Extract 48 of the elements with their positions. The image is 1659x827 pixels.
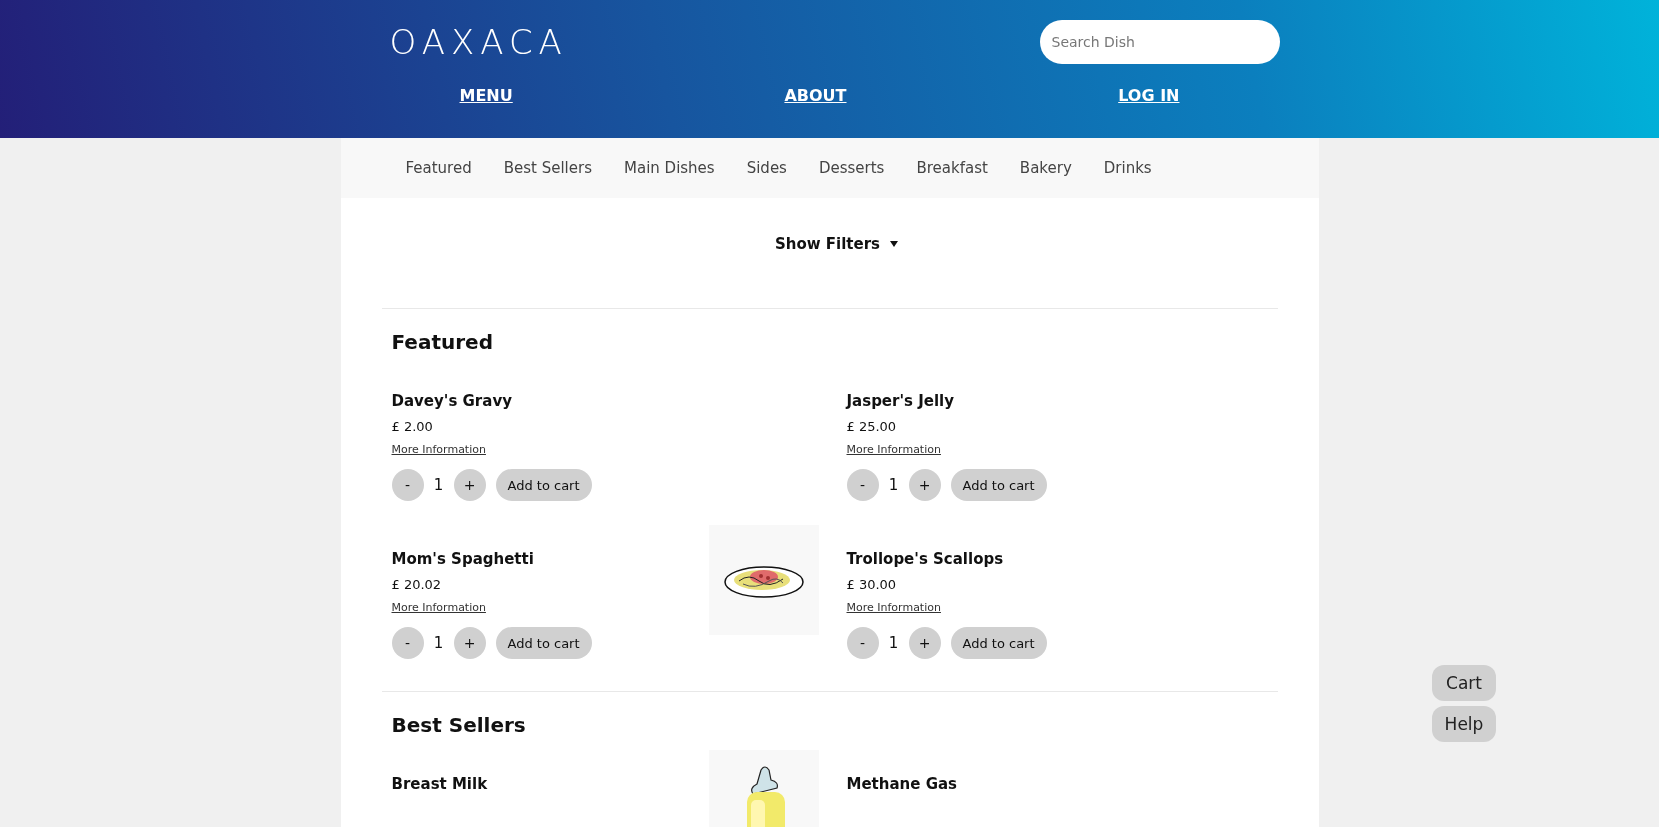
add-to-cart-button[interactable]: Add to cart [950,469,1047,501]
increase-button[interactable]: + [453,469,486,501]
dish-name: Davey's Gravy [391,391,513,412]
add-to-cart-button[interactable]: Add to cart [495,469,592,501]
nav-link[interactable]: LOG IN [1118,86,1180,105]
decrease-button[interactable]: - [391,469,424,501]
dish-name: Trollope's Scallops [846,549,1005,570]
quantity-value: 1 [887,476,900,494]
cart-button[interactable]: Cart [1432,665,1496,701]
site-logo[interactable]: OAXACA [389,22,568,62]
dish-price: £ 25.00 [846,418,898,436]
search-field[interactable]: Search Dish [1039,20,1280,64]
dish-price: £ 2.00 [391,418,434,436]
dish-name: Breast Milk [391,774,488,795]
more-information-link[interactable]: More Information [391,599,486,617]
dish-name: Jasper's Jelly [846,391,955,412]
category-tab[interactable]: Main Dishes [624,159,715,177]
decrease-button[interactable]: - [846,627,879,659]
category-tab[interactable]: Featured [405,159,472,177]
quantity-value: 1 [432,634,445,652]
decrease-button[interactable]: - [846,469,879,501]
decrease-button[interactable]: - [391,627,424,659]
quantity-value: 1 [887,634,900,652]
quantity-value: 1 [432,476,445,494]
category-tab[interactable]: Desserts [818,159,885,177]
category-tab[interactable]: Drinks [1103,159,1152,177]
show-filters-button[interactable]: Show Filters [774,233,899,255]
add-to-cart-button[interactable]: Add to cart [495,627,592,659]
help-button[interactable]: Help [1432,706,1496,742]
dish-name: Methane Gas [846,774,957,795]
more-information-link[interactable]: More Information [846,441,941,459]
more-information-link[interactable]: More Information [391,441,486,459]
dish-price: £ 20.02 [391,576,443,594]
section-heading: Best Sellers [391,712,527,739]
increase-button[interactable]: + [453,627,486,659]
category-tab[interactable]: Best Sellers [503,159,592,177]
category-tab[interactable]: Sides [746,159,787,177]
nav-link[interactable]: MENU [459,86,513,105]
dish-price: £ 30.00 [846,576,898,594]
increase-button[interactable]: + [908,627,941,659]
section-heading: Featured [391,329,494,356]
more-information-link[interactable]: More Information [846,599,941,617]
nav-link[interactable]: ABOUT [784,86,847,105]
dish-name: Mom's Spaghetti [391,549,535,570]
category-tab[interactable]: Bakery [1019,159,1072,177]
add-to-cart-button[interactable]: Add to cart [950,627,1047,659]
category-tab[interactable]: Breakfast [916,159,988,177]
increase-button[interactable]: + [908,469,941,501]
